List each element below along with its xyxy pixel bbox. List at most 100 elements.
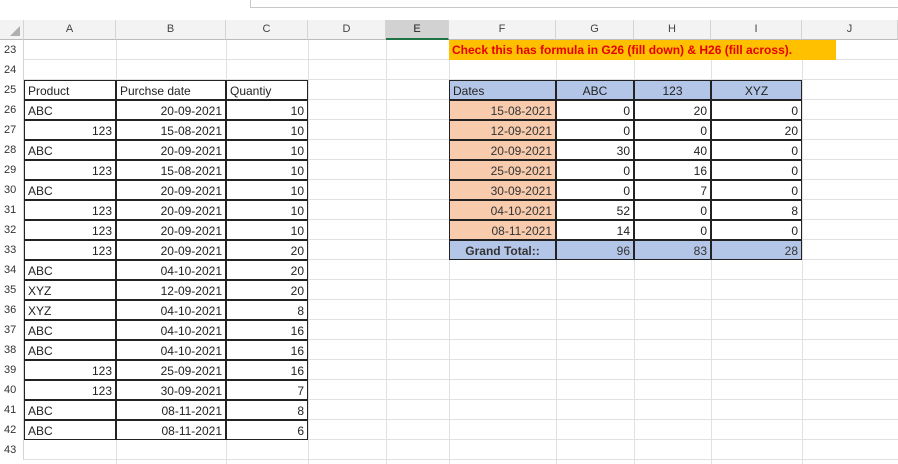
source-cell[interactable]: 10 — [226, 120, 308, 140]
row-header-42[interactable]: 42 — [0, 420, 24, 440]
pivot-header-abc[interactable]: ABC — [556, 80, 634, 100]
source-header-quantity[interactable]: Quantiy — [226, 80, 308, 100]
source-cell[interactable]: 123 — [24, 120, 116, 140]
row-header-31[interactable]: 31 — [0, 200, 24, 220]
pivot-date-cell[interactable]: 20-09-2021 — [449, 140, 556, 160]
pivot-value-cell[interactable]: 20 — [634, 100, 711, 120]
pivot-value-cell[interactable]: 0 — [711, 160, 802, 180]
pivot-header-123[interactable]: 123 — [634, 80, 711, 100]
grand-total-value[interactable]: 96 — [556, 240, 634, 260]
source-cell[interactable]: XYZ — [24, 280, 116, 300]
column-header-f[interactable]: F — [449, 20, 556, 40]
source-cell[interactable]: 15-08-2021 — [116, 160, 226, 180]
pivot-value-cell[interactable]: 14 — [556, 220, 634, 240]
pivot-value-cell[interactable]: 0 — [556, 180, 634, 200]
source-cell[interactable]: 04-10-2021 — [116, 260, 226, 280]
row-header-29[interactable]: 29 — [0, 160, 24, 180]
column-header-j[interactable]: J — [802, 20, 898, 40]
source-cell[interactable]: 20 — [226, 280, 308, 300]
pivot-value-cell[interactable]: 0 — [634, 120, 711, 140]
row-header-33[interactable]: 33 — [0, 240, 24, 260]
pivot-value-cell[interactable]: 30 — [556, 140, 634, 160]
pivot-value-cell[interactable]: 0 — [711, 100, 802, 120]
row-header-24[interactable]: 24 — [0, 60, 24, 80]
source-cell[interactable]: 20 — [226, 240, 308, 260]
source-cell[interactable]: ABC — [24, 320, 116, 340]
source-cell[interactable]: 20-09-2021 — [116, 180, 226, 200]
grand-total-value[interactable]: 28 — [711, 240, 802, 260]
row-header-39[interactable]: 39 — [0, 360, 24, 380]
source-cell[interactable]: 123 — [24, 200, 116, 220]
row-header-35[interactable]: 35 — [0, 280, 24, 300]
source-cell[interactable]: 30-09-2021 — [116, 380, 226, 400]
source-cell[interactable]: 16 — [226, 360, 308, 380]
source-cell[interactable]: 10 — [226, 100, 308, 120]
source-header-purchase-date[interactable]: Purchse date — [116, 80, 226, 100]
source-cell[interactable]: 10 — [226, 200, 308, 220]
pivot-date-cell[interactable]: 25-09-2021 — [449, 160, 556, 180]
pivot-value-cell[interactable]: 0 — [711, 180, 802, 200]
source-cell[interactable]: 6 — [226, 420, 308, 440]
pivot-date-cell[interactable]: 04-10-2021 — [449, 200, 556, 220]
column-header-b[interactable]: B — [116, 20, 226, 40]
source-cell[interactable]: 12-09-2021 — [116, 280, 226, 300]
row-header-37[interactable]: 37 — [0, 320, 24, 340]
source-cell[interactable]: 123 — [24, 160, 116, 180]
row-header-40[interactable]: 40 — [0, 380, 24, 400]
pivot-value-cell[interactable]: 0 — [556, 120, 634, 140]
source-cell[interactable]: 123 — [24, 360, 116, 380]
source-cell[interactable]: 10 — [226, 140, 308, 160]
column-header-a[interactable]: A — [24, 20, 116, 40]
source-cell[interactable]: ABC — [24, 400, 116, 420]
pivot-value-cell[interactable]: 0 — [556, 160, 634, 180]
select-all-button[interactable] — [0, 20, 24, 40]
pivot-header-xyz[interactable]: XYZ — [711, 80, 802, 100]
source-cell[interactable]: 20-09-2021 — [116, 140, 226, 160]
source-cell[interactable]: 20-09-2021 — [116, 200, 226, 220]
pivot-value-cell[interactable]: 0 — [711, 140, 802, 160]
row-header-25[interactable]: 25 — [0, 80, 24, 100]
row-header-27[interactable]: 27 — [0, 120, 24, 140]
source-cell[interactable]: 20 — [226, 260, 308, 280]
column-header-e[interactable]: E — [386, 20, 449, 40]
row-header-30[interactable]: 30 — [0, 180, 24, 200]
source-cell[interactable]: 10 — [226, 180, 308, 200]
source-cell[interactable]: 15-08-2021 — [116, 120, 226, 140]
row-header-41[interactable]: 41 — [0, 400, 24, 420]
source-cell[interactable]: 123 — [24, 380, 116, 400]
pivot-value-cell[interactable]: 8 — [711, 200, 802, 220]
pivot-value-cell[interactable]: 0 — [556, 100, 634, 120]
pivot-value-cell[interactable]: 40 — [634, 140, 711, 160]
source-cell[interactable]: 7 — [226, 380, 308, 400]
source-cell[interactable]: 10 — [226, 160, 308, 180]
source-cell[interactable]: ABC — [24, 140, 116, 160]
pivot-date-cell[interactable]: 12-09-2021 — [449, 120, 556, 140]
source-cell[interactable]: 04-10-2021 — [116, 300, 226, 320]
pivot-value-cell[interactable]: 52 — [556, 200, 634, 220]
source-cell[interactable]: 16 — [226, 320, 308, 340]
pivot-value-cell[interactable]: 0 — [634, 220, 711, 240]
row-header-26[interactable]: 26 — [0, 100, 24, 120]
pivot-date-cell[interactable]: 08-11-2021 — [449, 220, 556, 240]
source-cell[interactable]: ABC — [24, 420, 116, 440]
row-header-32[interactable]: 32 — [0, 220, 24, 240]
source-cell[interactable]: ABC — [24, 260, 116, 280]
source-cell[interactable]: 20-09-2021 — [116, 100, 226, 120]
pivot-value-cell[interactable]: 16 — [634, 160, 711, 180]
row-header-38[interactable]: 38 — [0, 340, 24, 360]
source-cell[interactable]: 04-10-2021 — [116, 320, 226, 340]
source-cell[interactable]: ABC — [24, 100, 116, 120]
source-cell[interactable]: 20-09-2021 — [116, 220, 226, 240]
pivot-date-cell[interactable]: 15-08-2021 — [449, 100, 556, 120]
source-cell[interactable]: 08-11-2021 — [116, 400, 226, 420]
source-cell[interactable]: 25-09-2021 — [116, 360, 226, 380]
column-header-d[interactable]: D — [308, 20, 386, 40]
source-header-product[interactable]: Product — [24, 80, 116, 100]
pivot-date-cell[interactable]: 30-09-2021 — [449, 180, 556, 200]
column-header-c[interactable]: C — [226, 20, 308, 40]
source-cell[interactable]: 123 — [24, 240, 116, 260]
row-header-23[interactable]: 23 — [0, 40, 24, 60]
source-cell[interactable]: 123 — [24, 220, 116, 240]
column-header-g[interactable]: G — [556, 20, 634, 40]
source-cell[interactable]: 8 — [226, 300, 308, 320]
